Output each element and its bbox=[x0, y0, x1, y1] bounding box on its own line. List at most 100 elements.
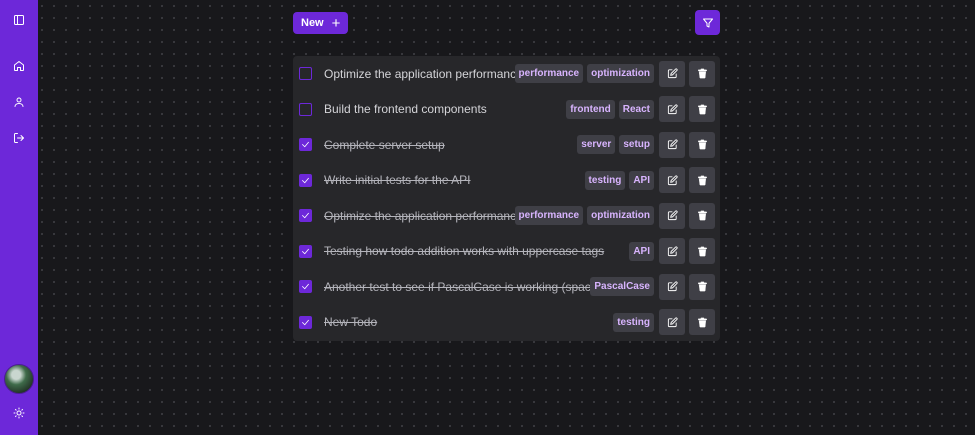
todo-checkbox[interactable] bbox=[299, 280, 312, 294]
sidebar bbox=[0, 0, 38, 435]
filter-button[interactable] bbox=[695, 10, 720, 35]
tag-badge[interactable]: performance bbox=[514, 206, 584, 226]
edit-button[interactable] bbox=[659, 131, 685, 158]
edit-icon bbox=[667, 246, 678, 256]
tag-badge[interactable]: API bbox=[629, 241, 654, 261]
todo-title: Write initial tests for the API bbox=[324, 173, 471, 188]
logout-button[interactable] bbox=[5, 124, 33, 152]
edit-button[interactable] bbox=[659, 309, 685, 336]
todo-title: Optimize the application performance bbox=[324, 208, 523, 223]
todo-tags: API bbox=[629, 241, 654, 261]
check-icon bbox=[302, 177, 309, 183]
todo-tags: server setup bbox=[577, 135, 654, 155]
tag-badge[interactable]: testing bbox=[584, 170, 626, 190]
delete-button[interactable] bbox=[689, 309, 715, 336]
tag-badge[interactable]: setup bbox=[619, 135, 654, 155]
todo-row: Build the frontend components frontend Rea… bbox=[293, 92, 720, 128]
todo-checkbox[interactable] bbox=[299, 67, 312, 81]
delete-button[interactable] bbox=[689, 273, 715, 300]
profile-button[interactable] bbox=[5, 88, 33, 116]
todo-checkbox[interactable] bbox=[299, 315, 312, 329]
edit-icon bbox=[667, 281, 678, 292]
edit-button[interactable] bbox=[659, 167, 685, 194]
user-icon bbox=[14, 97, 24, 107]
edit-button[interactable] bbox=[659, 96, 685, 123]
todo-tags: PascalCase bbox=[590, 277, 654, 297]
edit-icon bbox=[667, 175, 678, 185]
todo-title: Complete server setup bbox=[324, 137, 445, 152]
todo-list: Optimize the application performance perf… bbox=[293, 56, 720, 341]
home-button[interactable] bbox=[5, 52, 33, 80]
todo-row: Optimize the application performance perf… bbox=[293, 56, 720, 92]
theme-toggle-button[interactable] bbox=[5, 399, 33, 427]
check-icon bbox=[302, 142, 309, 148]
trash-icon bbox=[697, 175, 707, 186]
todo-tags: performance optimization bbox=[514, 64, 654, 84]
trash-icon bbox=[697, 246, 707, 257]
todo-row: Optimize the application performance perf… bbox=[293, 198, 720, 234]
tag-badge[interactable]: server bbox=[577, 135, 616, 155]
logout-icon bbox=[14, 133, 24, 143]
check-icon bbox=[302, 248, 309, 254]
todo-row: Write initial tests for the API testing AP… bbox=[293, 163, 720, 199]
trash-icon bbox=[697, 68, 707, 79]
todo-title: Another test to see if PascalCase is wor… bbox=[324, 279, 611, 294]
edit-icon bbox=[667, 210, 678, 221]
delete-button[interactable] bbox=[689, 131, 715, 158]
edit-icon bbox=[667, 139, 678, 150]
todo-row: Testing how todo addition works with upp… bbox=[293, 234, 720, 270]
todo-checkbox[interactable] bbox=[299, 244, 312, 258]
delete-button[interactable] bbox=[689, 96, 715, 123]
delete-button[interactable] bbox=[689, 60, 715, 87]
todo-tags: frontend React bbox=[566, 99, 654, 119]
todo-tags: testing API bbox=[584, 170, 654, 190]
avatar[interactable] bbox=[4, 364, 34, 394]
todo-tags: testing bbox=[613, 312, 654, 332]
delete-button[interactable] bbox=[689, 238, 715, 265]
todo-title: New Todo bbox=[324, 315, 378, 330]
edit-button[interactable] bbox=[659, 60, 685, 87]
tag-badge[interactable]: React bbox=[618, 99, 654, 119]
trash-icon bbox=[697, 317, 707, 328]
tag-badge[interactable]: PascalCase bbox=[590, 277, 654, 297]
tag-badge[interactable]: API bbox=[629, 170, 654, 190]
edit-button[interactable] bbox=[659, 238, 685, 265]
todo-tags: performance optimization bbox=[514, 206, 654, 226]
todo-checkbox[interactable] bbox=[299, 209, 312, 223]
home-icon bbox=[14, 61, 24, 71]
sidebar-toggle-icon bbox=[14, 15, 24, 25]
new-todo-button[interactable]: New + bbox=[293, 12, 348, 34]
check-icon bbox=[302, 319, 309, 325]
todo-row: Complete server setup server setup bbox=[293, 127, 720, 163]
todo-checkbox[interactable] bbox=[299, 102, 312, 116]
sun-icon bbox=[13, 407, 25, 419]
edit-icon bbox=[667, 68, 678, 79]
plus-icon: + bbox=[331, 14, 341, 32]
trash-icon bbox=[697, 281, 707, 292]
delete-button[interactable] bbox=[689, 202, 715, 229]
todo-row: New Todo testing bbox=[293, 305, 720, 341]
tag-badge[interactable]: optimization bbox=[587, 64, 654, 84]
tag-badge[interactable]: frontend bbox=[566, 99, 615, 119]
trash-icon bbox=[697, 104, 707, 115]
edit-icon bbox=[667, 104, 678, 114]
tag-badge[interactable]: optimization bbox=[587, 206, 654, 226]
todo-title: Optimize the application performance bbox=[324, 66, 523, 81]
trash-icon bbox=[697, 139, 707, 150]
edit-icon bbox=[667, 317, 678, 327]
tag-badge[interactable]: testing bbox=[613, 312, 654, 332]
todo-title: Testing how todo addition works with upp… bbox=[324, 244, 605, 259]
edit-button[interactable] bbox=[659, 202, 685, 229]
trash-icon bbox=[697, 210, 707, 221]
todo-checkbox[interactable] bbox=[299, 173, 312, 187]
todo-checkbox[interactable] bbox=[299, 138, 312, 152]
edit-button[interactable] bbox=[659, 273, 685, 300]
sidebar-toggle-button[interactable] bbox=[5, 6, 33, 34]
todo-row: Another test to see if PascalCase is wor… bbox=[293, 269, 720, 305]
check-icon bbox=[302, 284, 309, 290]
delete-button[interactable] bbox=[689, 167, 715, 194]
todo-title: Build the frontend components bbox=[324, 102, 487, 117]
check-icon bbox=[302, 213, 309, 219]
tag-badge[interactable]: performance bbox=[514, 64, 584, 84]
filter-icon bbox=[702, 18, 713, 27]
